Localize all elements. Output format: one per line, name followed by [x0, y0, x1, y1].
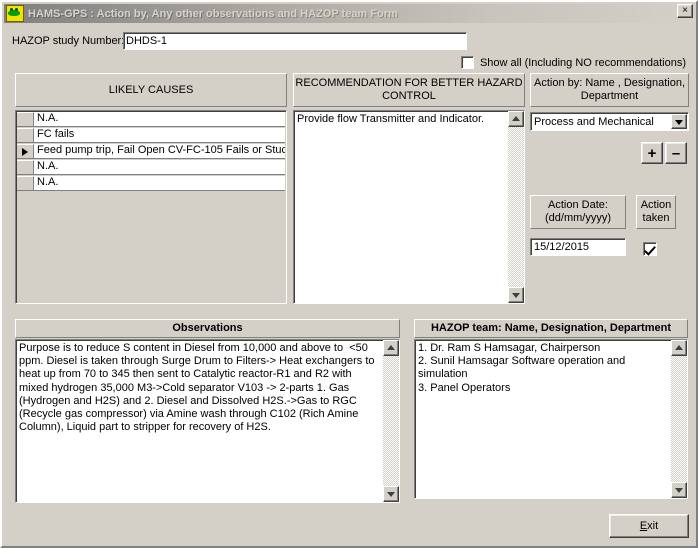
action-date-input[interactable] — [530, 238, 626, 256]
likely-causes-header: LIKELY CAUSES — [15, 73, 287, 107]
table-row[interactable]: N.A. — [17, 112, 285, 127]
recommendation-scrollbar[interactable] — [508, 111, 524, 303]
row-selector[interactable] — [17, 176, 34, 191]
hazop-study-number-label: HAZOP study Number: — [12, 35, 125, 47]
exit-button[interactable]: Exit — [609, 514, 689, 538]
scroll-down-icon[interactable] — [671, 482, 687, 498]
observations-text: Purpose is to reduce S content in Diesel… — [19, 342, 378, 434]
show-all-checkbox[interactable] — [460, 56, 474, 69]
scroll-down-icon[interactable] — [383, 486, 399, 502]
likely-cause-cell[interactable]: Feed pump trip, Fail Open CV-FC-105 Fail… — [34, 144, 285, 159]
scroll-up-icon[interactable] — [671, 340, 687, 356]
hazop-team-scrollbar[interactable] — [671, 340, 687, 498]
show-all-checkbox-row[interactable]: Show all (Including NO recommendations) — [460, 56, 686, 69]
observations-textarea[interactable]: Purpose is to reduce S content in Diesel… — [15, 339, 400, 503]
recommendation-text: Provide flow Transmitter and Indicator. — [297, 113, 485, 125]
chevron-down-icon[interactable] — [671, 114, 687, 129]
hazop-team-header: HAZOP team: Name, Designation, Departmen… — [414, 319, 688, 338]
likely-cause-cell[interactable]: N.A. — [34, 176, 285, 191]
row-selector[interactable] — [17, 112, 34, 127]
likely-cause-cell[interactable]: N.A. — [34, 160, 285, 175]
action-by-selected-value: Process and Mechanical — [534, 115, 654, 128]
close-icon[interactable]: × — [677, 4, 693, 18]
row-selector[interactable] — [17, 160, 34, 175]
likely-cause-cell[interactable]: N.A. — [34, 112, 285, 127]
recommendation-header: RECOMMENDATION FOR BETTER HAZARD CONTROL — [293, 73, 525, 107]
table-row[interactable]: N.A. — [17, 176, 285, 191]
window-title: HAMS-GPS : Action by, Any other observat… — [28, 7, 398, 20]
action-taken-label-text: Action taken — [640, 199, 672, 224]
show-all-label: Show all (Including NO recommendations) — [479, 56, 686, 69]
scroll-down-icon[interactable] — [508, 287, 524, 303]
hazop-study-number-input[interactable] — [123, 32, 467, 50]
exit-button-label: Exit — [640, 520, 658, 532]
action-by-header: Action by: Name , Designation, Departmen… — [530, 73, 689, 107]
hazop-team-text: 1. Dr. Ram S Hamsagar, Chairperson 2. Su… — [418, 342, 626, 394]
table-row[interactable]: N.A. — [17, 160, 285, 175]
likely-cause-cell[interactable]: FC fails — [34, 128, 285, 143]
table-row[interactable]: Feed pump trip, Fail Open CV-FC-105 Fail… — [17, 144, 285, 159]
action-date-label: Action Date: (dd/mm/yyyy) — [530, 195, 626, 229]
recommendation-textarea[interactable]: Provide flow Transmitter and Indicator. — [293, 110, 525, 304]
row-selector-arrow-icon[interactable] — [17, 144, 34, 159]
action-date-label-text: Action Date: (dd/mm/yyyy) — [545, 199, 611, 224]
scroll-up-icon[interactable] — [383, 340, 399, 356]
exit-button-rest: xit — [647, 520, 659, 532]
action-taken-label: Action taken — [636, 195, 676, 229]
add-action-button[interactable]: + — [641, 142, 663, 164]
titlebar[interactable]: HAMS-GPS : Action by, Any other observat… — [4, 4, 696, 23]
action-by-dropdown[interactable]: Process and Mechanical — [530, 112, 689, 131]
scroll-up-icon[interactable] — [508, 111, 524, 127]
hazop-action-form-window: HAMS-GPS : Action by, Any other observat… — [0, 0, 698, 548]
remove-action-button[interactable]: – — [665, 142, 687, 164]
row-selector[interactable] — [17, 128, 34, 143]
observations-scrollbar[interactable] — [383, 340, 399, 502]
app-frog-icon — [6, 5, 24, 22]
likely-causes-grid[interactable]: N.A. FC fails Feed pump trip, Fail Open CV… — [15, 110, 287, 304]
hazop-team-textarea[interactable]: 1. Dr. Ram S Hamsagar, Chairperson 2. Su… — [414, 339, 688, 499]
observations-header: Observations — [15, 319, 400, 338]
table-row[interactable]: FC fails — [17, 128, 285, 143]
action-taken-checkbox[interactable] — [643, 242, 657, 256]
